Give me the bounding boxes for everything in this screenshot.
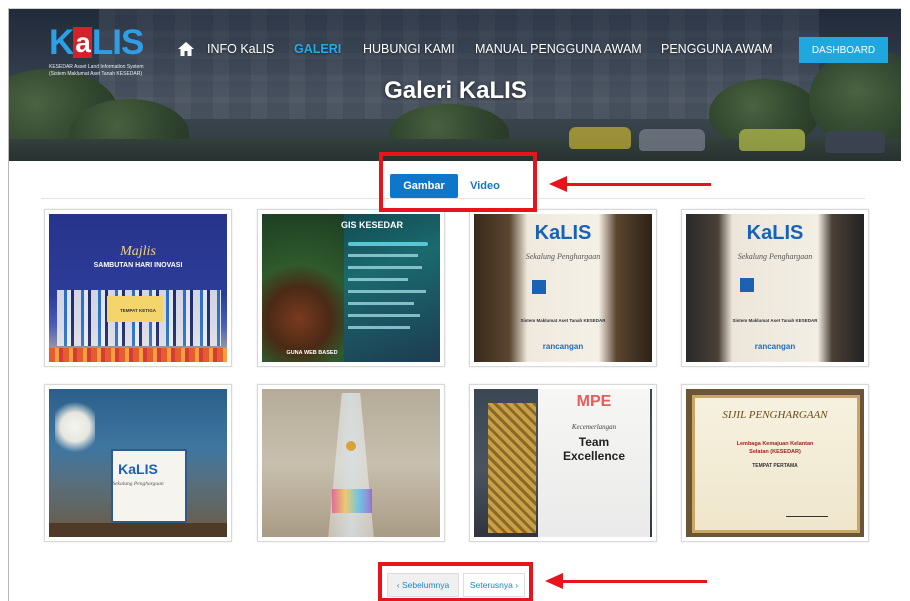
thumb-5-brand: KaLIS [118, 461, 158, 477]
thumb-1-subtitle: SAMBUTAN HARI INOVASI [93, 262, 183, 269]
thumb-4-script: Sekalung Penghargaan [737, 252, 813, 261]
page-title: Galeri KaLIS [384, 77, 527, 104]
gallery-image-3[interactable]: KaLIS Sekalung Penghargaan Sistem Maklum… [469, 209, 657, 367]
thumb-8-place: TEMPAT PERTAMA [752, 463, 798, 469]
thumb-3-script: Sekalung Penghargaan [525, 252, 601, 261]
thumb-1-sign: TEMPAT KETIGA [119, 308, 157, 313]
nav-info-kalis[interactable]: INFO KaLIS [207, 42, 274, 56]
nav-pengguna-awam[interactable]: PENGGUNA AWAM [661, 42, 773, 56]
gallery-image-2[interactable]: GIS KESEDAR GUNA WEB BASED [257, 209, 445, 367]
thumb-3-footer: rancangan [542, 342, 584, 351]
dashboard-button[interactable]: DASHBOARD [799, 37, 888, 63]
thumb-5-script: Sekalung Penghargaan [112, 481, 164, 487]
thumb-7-title2: Excellence [562, 449, 626, 463]
logo-subtitle-1: KESEDAR Asset Land Information System [49, 64, 144, 70]
browser-viewport: KaLIS KESEDAR Asset Land Information Sys… [8, 8, 901, 601]
thumb-2-label: GUNA WEB BASED [286, 350, 338, 356]
nav-manual-pengguna-awam[interactable]: MANUAL PENGGUNA AWAM [475, 42, 642, 56]
nav-galeri[interactable]: GALERI [294, 42, 341, 56]
annotation-box-pagination [378, 562, 533, 601]
thumb-3-system: Sistem Maklumat Aset Tanah KESEDAR [520, 318, 606, 323]
thumb-8-org2: Selatan (KESEDAR) [749, 449, 801, 455]
annotation-box-tabs [379, 152, 537, 212]
kalis-logo[interactable]: KaLIS KESEDAR Asset Land Information Sys… [49, 23, 161, 78]
thumb-2-title: GIS KESEDAR [340, 220, 403, 230]
gallery-image-8[interactable]: SIJIL PENGHARGAAN Lembaga Kemajuan Kelan… [681, 384, 869, 542]
gallery-image-4[interactable]: KaLIS Sekalung Penghargaan Sistem Maklum… [681, 209, 869, 367]
gallery-image-6[interactable] [257, 384, 445, 542]
thumb-7-script: Kecemerlangan [571, 423, 617, 431]
thumb-4-system: Sistem Maklumat Aset Tanah KESEDAR [732, 318, 818, 323]
thumb-4-footer: rancangan [754, 342, 796, 351]
thumb-7-brand: MPE [576, 393, 612, 410]
nav-hubungi-kami[interactable]: HUBUNGI KAMI [363, 42, 455, 56]
thumb-4-brand: KaLIS [746, 222, 804, 244]
logo-wordmark: KaLIS [49, 23, 144, 62]
thumb-7-title1: Team [578, 435, 610, 449]
gallery-image-1[interactable]: Majlis SAMBUTAN HARI INOVASI TEMPAT KETI… [44, 209, 232, 367]
gallery-image-5[interactable]: KaLIS Sekalung Penghargaan [44, 384, 232, 542]
thumb-8-title: SIJIL PENGHARGAAN [722, 409, 828, 421]
thumb-1-title: Majlis [120, 244, 156, 259]
thumb-3-brand: KaLIS [534, 222, 592, 244]
gallery-image-7[interactable]: MPE Kecemerlangan Team Excellence [469, 384, 657, 542]
home-icon[interactable] [177, 41, 195, 57]
thumb-8-org1: Lembaga Kemajuan Kelantan [736, 441, 814, 447]
